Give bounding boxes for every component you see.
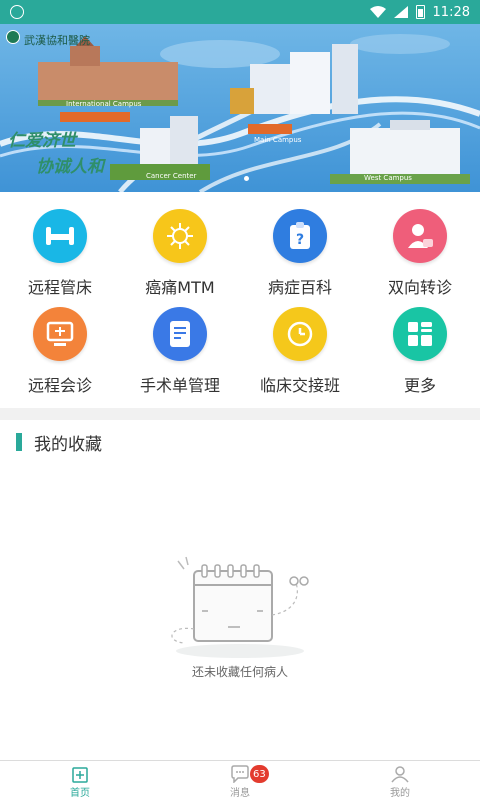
document-icon — [153, 307, 207, 361]
grid-label: 癌痛MTM — [145, 278, 215, 297]
grid-label: 临床交接班 — [259, 376, 340, 395]
favorites-empty-text: 还未收藏任何病人 — [191, 665, 288, 679]
nav-home[interactable]: 首页 — [0, 761, 160, 800]
carousel-indicator — [244, 176, 249, 181]
grid-item-cancer-pain[interactable]: 癌痛MTM — [120, 200, 240, 298]
nav-messages-label: 消息 — [230, 788, 250, 799]
grid-item-more[interactable]: 更多 — [360, 298, 480, 396]
nav-mine[interactable]: 我的 — [320, 761, 480, 800]
campus-label-main: Main Campus — [254, 136, 302, 144]
grid-item-remote-bed[interactable]: 远程管床 — [0, 200, 120, 298]
section-divider — [0, 408, 480, 420]
grid-label: 远程管床 — [27, 278, 92, 297]
signal-icon — [393, 6, 408, 18]
empty-calendar-icon — [171, 556, 309, 658]
bottom-nav: 首页 消息 我的 63 — [0, 760, 480, 800]
virus-icon — [153, 209, 207, 263]
slogan: 仁爱济世 协诚人和 — [8, 128, 104, 180]
grid-item-disease-encyclopedia[interactable]: ? 病症百科 — [240, 200, 360, 298]
nav-home-label: 首页 — [70, 788, 90, 799]
user-transfer-icon — [393, 209, 447, 263]
nav-messages[interactable]: 消息 — [160, 761, 320, 800]
user-icon — [391, 766, 409, 783]
status-left — [10, 5, 24, 19]
hospital-logo-icon — [6, 30, 20, 44]
campus-label-west: West Campus — [364, 174, 412, 182]
banner-carousel[interactable]: 武漢協和醫院 International Campus Main Campus … — [0, 24, 480, 192]
favorites-empty-state: 还未收藏任何病人 — [150, 555, 330, 679]
clipboard-question-icon: ? — [273, 209, 327, 263]
status-bar: 11:28 — [0, 0, 480, 24]
grid-label: 手术单管理 — [139, 376, 220, 395]
slogan-line2: 协诚人和 — [36, 157, 104, 177]
grid-item-referral[interactable]: 双向转诊 — [360, 200, 480, 298]
slogan-line1: 仁爱济世 — [8, 131, 76, 151]
bed-icon — [33, 209, 87, 263]
grid-more-icon — [393, 307, 447, 361]
chat-bubble-icon — [231, 765, 249, 783]
favorites-title: 我的收藏 — [34, 434, 102, 455]
campus-label-international: International Campus — [66, 100, 142, 108]
favorites-header: 我的收藏 — [0, 420, 480, 464]
grid-item-surgery-management[interactable]: 手术单管理 — [120, 298, 240, 396]
status-right: 11:28 — [369, 4, 470, 20]
grid-item-remote-consult[interactable]: 远程会诊 — [0, 298, 120, 396]
campus-label-cancer: Cancer Center — [146, 172, 197, 180]
app-notification-icon — [10, 5, 24, 19]
function-grid: 远程管床 癌痛MTM ? 病症百科 双向转诊 远程会诊 手术单管理 临床交接班 — [0, 200, 480, 408]
svg-text:?: ? — [296, 232, 304, 248]
hospital-name: 武漢協和醫院 — [24, 34, 90, 47]
grid-label: 更多 — [403, 376, 436, 395]
nav-mine-label: 我的 — [390, 788, 410, 799]
clock-refresh-icon — [273, 307, 327, 361]
messages-badge: 63 — [250, 765, 269, 783]
wifi-icon — [369, 6, 386, 18]
grid-item-shift-handover[interactable]: 临床交接班 — [240, 298, 360, 396]
status-time: 11:28 — [432, 4, 470, 20]
battery-icon — [415, 5, 425, 19]
favorites-accent-bar — [16, 433, 22, 451]
grid-label: 双向转诊 — [387, 278, 452, 297]
grid-label: 病症百科 — [267, 278, 332, 297]
home-icon — [72, 767, 88, 783]
monitor-icon — [33, 307, 87, 361]
grid-label: 远程会诊 — [27, 376, 92, 395]
carousel-dot-active[interactable] — [244, 176, 249, 181]
